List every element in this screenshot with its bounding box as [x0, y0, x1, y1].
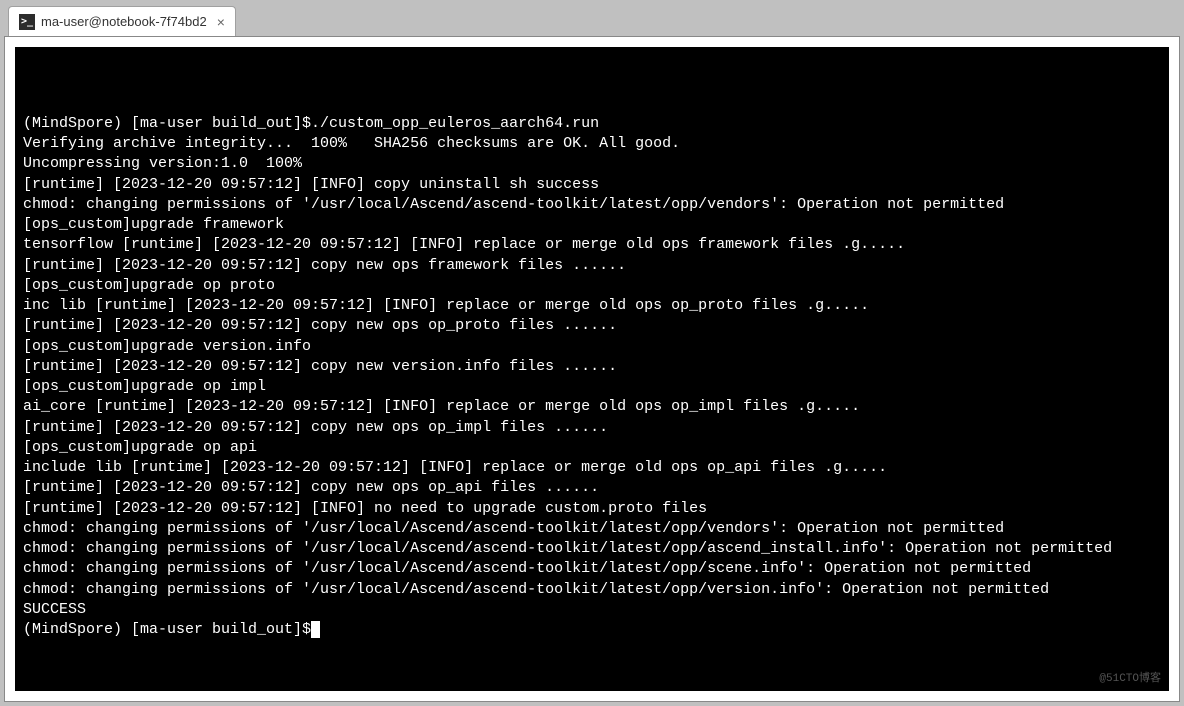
terminal-line: [runtime] [2023-12-20 09:57:12] copy new…: [23, 256, 1161, 276]
terminal-line: [runtime] [2023-12-20 09:57:12] copy new…: [23, 316, 1161, 336]
terminal-prompt[interactable]: (MindSpore) [ma-user build_out]$: [23, 620, 1161, 640]
terminal-line: tensorflow [runtime] [2023-12-20 09:57:1…: [23, 235, 1161, 255]
terminal-line: [runtime] [2023-12-20 09:57:12] [INFO] n…: [23, 499, 1161, 519]
tab-bar: >_ ma-user@notebook-7f74bd2 ×: [0, 0, 1184, 36]
terminal-container: (MindSpore) [ma-user build_out]$./custom…: [4, 36, 1180, 702]
terminal-tab[interactable]: >_ ma-user@notebook-7f74bd2 ×: [8, 6, 236, 36]
tab-title: ma-user@notebook-7f74bd2: [41, 14, 207, 29]
terminal-line: [ops_custom]upgrade version.info: [23, 337, 1161, 357]
terminal-line: [runtime] [2023-12-20 09:57:12] [INFO] c…: [23, 175, 1161, 195]
terminal-line: include lib [runtime] [2023-12-20 09:57:…: [23, 458, 1161, 478]
terminal-line: Uncompressing version:1.0 100%: [23, 154, 1161, 174]
terminal-line: SUCCESS: [23, 600, 1161, 620]
terminal-icon: >_: [19, 14, 35, 30]
terminal[interactable]: (MindSpore) [ma-user build_out]$./custom…: [15, 47, 1169, 691]
terminal-line: chmod: changing permissions of '/usr/loc…: [23, 195, 1161, 215]
terminal-line: chmod: changing permissions of '/usr/loc…: [23, 519, 1161, 539]
cursor: [311, 621, 320, 638]
terminal-line: chmod: changing permissions of '/usr/loc…: [23, 559, 1161, 579]
terminal-line: [runtime] [2023-12-20 09:57:12] copy new…: [23, 357, 1161, 377]
prompt-text: (MindSpore) [ma-user build_out]$: [23, 621, 311, 638]
terminal-line: [runtime] [2023-12-20 09:57:12] copy new…: [23, 418, 1161, 438]
close-icon[interactable]: ×: [217, 14, 225, 30]
terminal-line: chmod: changing permissions of '/usr/loc…: [23, 580, 1161, 600]
terminal-line: Verifying archive integrity... 100% SHA2…: [23, 134, 1161, 154]
terminal-line: ai_core [runtime] [2023-12-20 09:57:12] …: [23, 397, 1161, 417]
terminal-line: [ops_custom]upgrade op api: [23, 438, 1161, 458]
watermark: @51CTO博客: [1099, 672, 1161, 687]
terminal-line: [ops_custom]upgrade op proto: [23, 276, 1161, 296]
terminal-line: (MindSpore) [ma-user build_out]$./custom…: [23, 114, 1161, 134]
terminal-line: [runtime] [2023-12-20 09:57:12] copy new…: [23, 478, 1161, 498]
terminal-line: chmod: changing permissions of '/usr/loc…: [23, 539, 1161, 559]
terminal-line: [ops_custom]upgrade framework: [23, 215, 1161, 235]
terminal-line: [ops_custom]upgrade op impl: [23, 377, 1161, 397]
terminal-line: inc lib [runtime] [2023-12-20 09:57:12] …: [23, 296, 1161, 316]
